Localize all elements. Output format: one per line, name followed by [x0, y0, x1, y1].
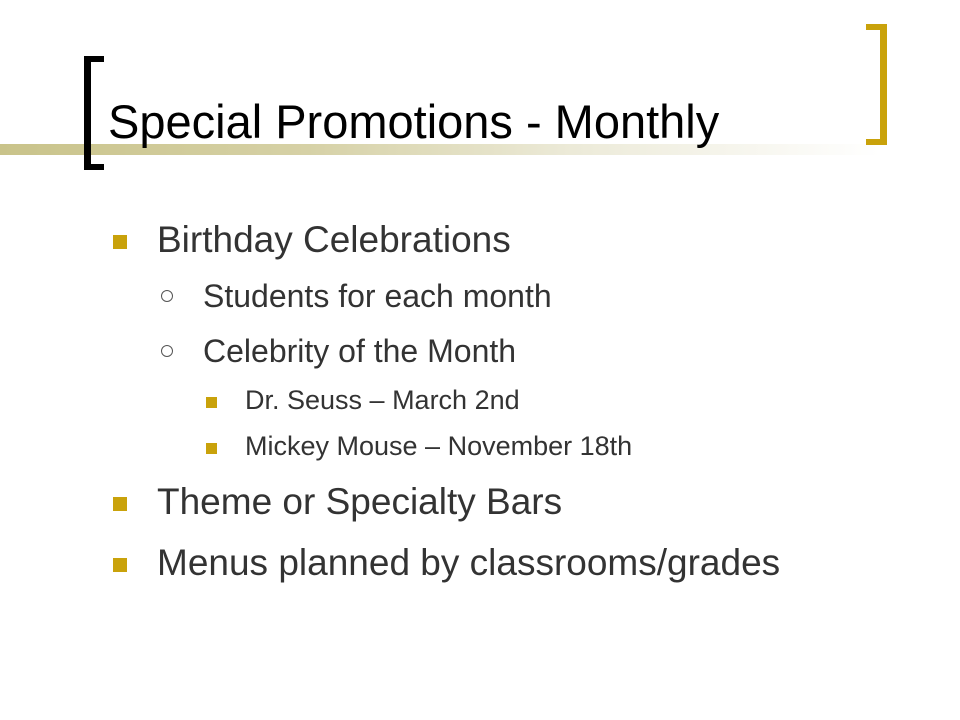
list-item-celebrity-of-month: Celebrity of the Month: [203, 333, 517, 369]
square-bullet-icon: [206, 443, 217, 454]
list-item-menus-planned: Menus planned by classrooms/grades: [157, 542, 781, 583]
hollow-circle-bullet-icon: [161, 290, 173, 302]
square-bullet-icon: [113, 558, 127, 572]
square-bullet-icon: [113, 497, 127, 511]
square-bullet-icon: [113, 235, 127, 249]
right-bracket-decoration: [866, 24, 887, 145]
list-item-birthday-celebrations: Birthday Celebrations: [157, 219, 511, 260]
left-bracket-decoration: [84, 56, 104, 170]
square-bullet-icon: [206, 397, 217, 408]
list-item-dr-seuss: Dr. Seuss – March 2nd: [245, 385, 520, 415]
slide-title: Special Promotions - Monthly: [108, 95, 720, 148]
slide: Special Promotions - Monthly Birthday Ce…: [0, 0, 960, 720]
hollow-circle-bullet-icon: [161, 345, 173, 357]
list-item-mickey-mouse: Mickey Mouse – November 18th: [245, 431, 633, 461]
list-item-theme-specialty-bars: Theme or Specialty Bars: [157, 481, 563, 522]
list-item-students-each-month: Students for each month: [203, 278, 552, 314]
